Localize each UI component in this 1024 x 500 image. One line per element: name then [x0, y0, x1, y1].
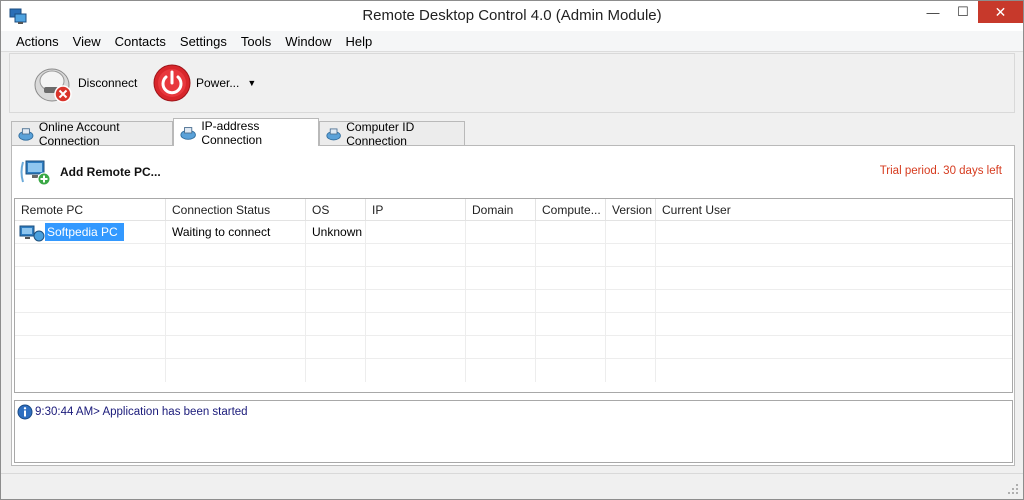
title-bar: Remote Desktop Control 4.0 (Admin Module… [1, 1, 1023, 31]
add-computer-icon [20, 160, 51, 186]
cell-domain [466, 221, 536, 244]
menu-tools[interactable]: Tools [234, 34, 278, 49]
cell-os: Unknown [306, 221, 366, 244]
connection-tabs: Online Account Connection IP-address Con… [11, 118, 1015, 148]
add-remote-pc-label: Add Remote PC... [60, 165, 161, 179]
tab-label: IP-address Connection [201, 118, 263, 147]
cell-version [606, 221, 656, 244]
remote-computer-icon [19, 225, 45, 242]
chevron-down-icon[interactable]: ▼ [247, 78, 256, 88]
empty-row [15, 290, 1012, 313]
status-bar [1, 473, 1023, 499]
maximize-button[interactable]: ☐ [949, 1, 977, 23]
column-header-current-user[interactable]: Current User [656, 199, 1012, 221]
tab-content-panel: Add Remote PC... Trial period. 30 days l… [11, 145, 1015, 466]
power-label: Power... [196, 76, 240, 90]
empty-row [15, 313, 1012, 336]
trial-period-text: Trial period. 30 days left [879, 165, 1002, 177]
cell-current-user [656, 221, 1012, 244]
app-window: Remote Desktop Control 4.0 (Admin Module… [0, 0, 1024, 500]
resize-grip-icon[interactable] [1007, 483, 1019, 495]
remote-pc-name: Softpedia PC [45, 223, 124, 241]
column-header-version[interactable]: Version [606, 199, 656, 221]
disconnect-button[interactable]: Disconnect [30, 60, 137, 106]
disconnect-label: Disconnect [78, 76, 138, 90]
cell-ip [366, 221, 466, 244]
column-header-connection-status[interactable]: Connection Status [166, 199, 306, 221]
log-entry-text: 9:30:44 AM> Application has been started [35, 406, 248, 418]
table-row[interactable]: Softpedia PC Waiting to connect Unknown [15, 221, 1012, 244]
close-button[interactable]: ✕ [978, 1, 1023, 23]
network-globe-icon [18, 127, 34, 141]
log-entry: 9:30:44 AM> Application has been started [17, 404, 248, 420]
column-header-remote-pc[interactable]: Remote PC [15, 199, 166, 221]
menu-settings[interactable]: Settings [173, 34, 234, 49]
toolbar: Disconnect Power... ▼ [9, 53, 1015, 113]
info-icon [17, 404, 33, 420]
tab-label: Computer ID Connection [346, 119, 415, 148]
menu-bar: Actions View Contacts Settings Tools Win… [1, 31, 1023, 52]
menu-contacts[interactable]: Contacts [108, 34, 173, 49]
add-remote-pc-button[interactable]: Add Remote PC... [20, 158, 161, 186]
tab-ip-address-connection[interactable]: IP-address Connection [173, 118, 319, 147]
power-icon [153, 64, 191, 102]
minimize-button[interactable]: — [919, 1, 947, 23]
column-header-domain[interactable]: Domain [466, 199, 536, 221]
grid-header: Remote PC Connection Status OS IP Domain… [15, 199, 1012, 221]
disconnect-icon [34, 68, 72, 103]
column-header-os[interactable]: OS [306, 199, 366, 221]
empty-row [15, 267, 1012, 290]
network-globe-icon [180, 126, 196, 140]
empty-row [15, 336, 1012, 359]
menu-help[interactable]: Help [339, 34, 380, 49]
tab-label: Online Account Connection [38, 119, 120, 148]
tab-online-account-connection[interactable]: Online Account Connection [11, 119, 173, 148]
cell-connection-status: Waiting to connect [166, 221, 306, 244]
remote-pc-grid: Remote PC Connection Status OS IP Domain… [14, 198, 1013, 393]
window-title: Remote Desktop Control 4.0 (Admin Module… [362, 7, 662, 24]
column-header-ip[interactable]: IP [366, 199, 466, 221]
cell-computer [536, 221, 606, 244]
empty-row [15, 359, 1012, 382]
cell-remote-pc[interactable]: Softpedia PC [15, 221, 166, 244]
tab-computer-id-connection[interactable]: Computer ID Connection [319, 119, 465, 148]
empty-row [15, 244, 1012, 267]
network-globe-icon [326, 127, 341, 140]
menu-view[interactable]: View [66, 34, 108, 49]
column-header-computer[interactable]: Compute... [536, 199, 606, 221]
menu-actions[interactable]: Actions [9, 34, 66, 49]
power-button[interactable]: Power... ▼ [152, 60, 256, 106]
menu-window[interactable]: Window [278, 34, 338, 49]
log-panel[interactable]: 9:30:44 AM> Application has been started [14, 400, 1013, 463]
